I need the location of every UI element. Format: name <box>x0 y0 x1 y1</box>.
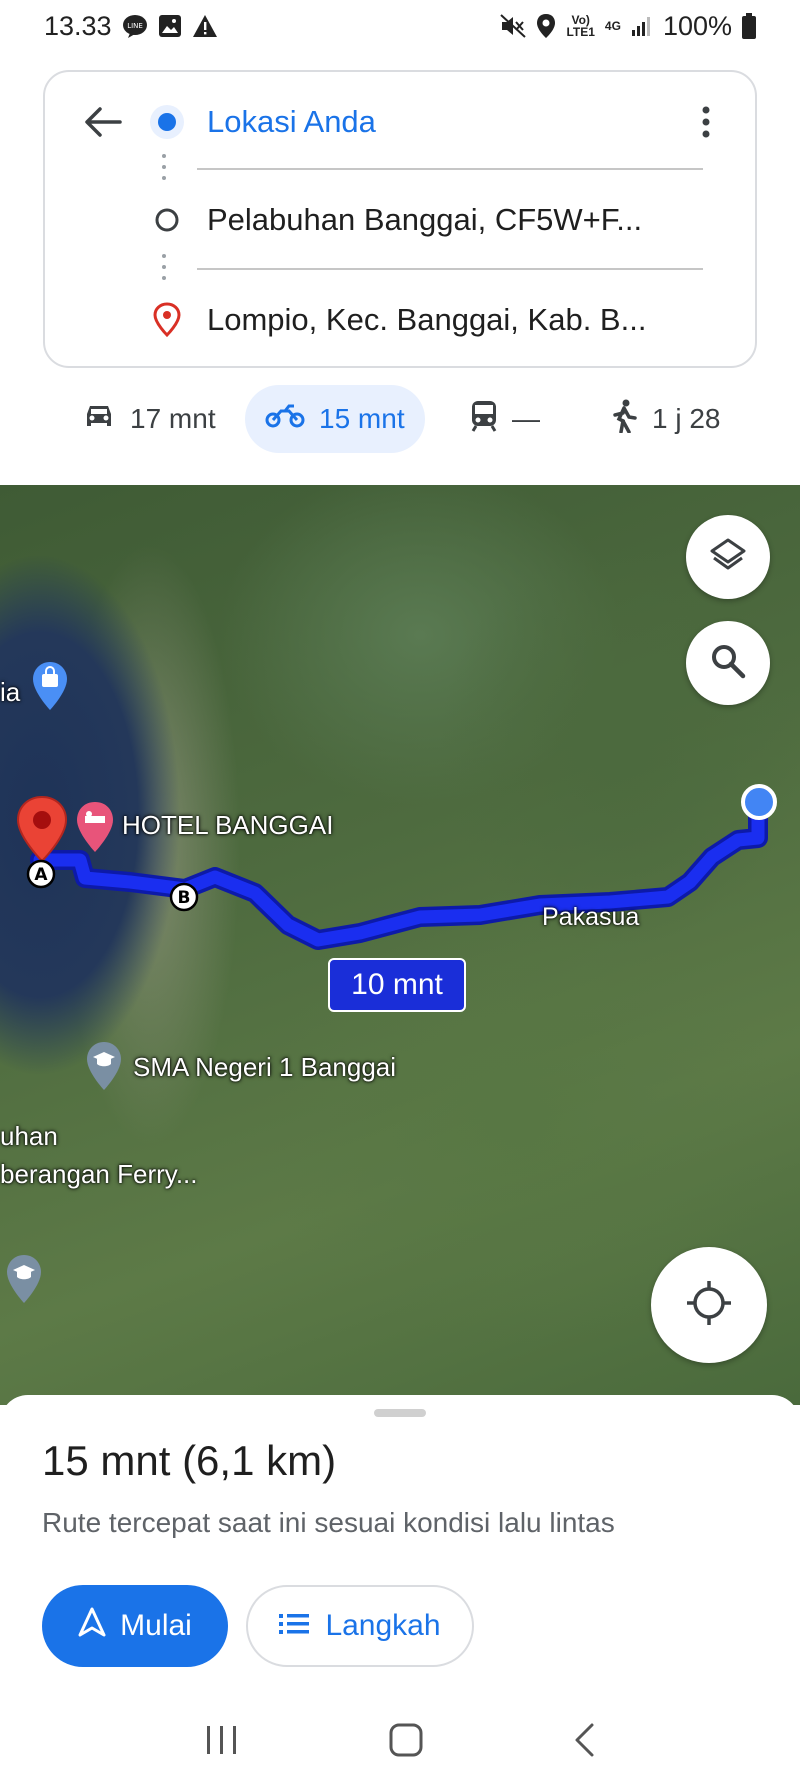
destination-field[interactable]: Lompio, Kec. Banggai, Kab. B... <box>145 290 665 350</box>
system-nav-bar <box>0 1700 800 1784</box>
map-view[interactable]: A B HOTEL BANGGAI ia Pakasua 10 mnt SMA … <box>0 485 800 1405</box>
motorcycle-time-label: 15 mnt <box>319 403 405 434</box>
current-location-dot-icon <box>740 783 778 826</box>
walk-time-label: 1 j 28 <box>652 403 721 434</box>
layers-icon <box>708 535 748 580</box>
route-connector-dots <box>161 254 167 287</box>
volte-indicator: Vo) LTE1 <box>566 14 594 38</box>
destination-pin-icon <box>145 298 189 342</box>
waypoint-a-label: A <box>34 865 48 885</box>
navigation-arrow-icon <box>78 1607 106 1645</box>
pakasua-map-label[interactable]: Pakasua <box>542 903 639 932</box>
back-button[interactable] <box>73 94 133 154</box>
line-icon: LINE <box>122 14 148 38</box>
origin-label: Lokasi Anda <box>207 104 376 139</box>
stop-field[interactable]: Pelabuhan Banggai, CF5W+F... <box>145 190 665 250</box>
car-time-label: 17 mnt <box>130 403 216 434</box>
origin-field[interactable]: Lokasi Anda <box>145 92 665 152</box>
tab-car[interactable]: 17 mnt <box>62 385 236 453</box>
waypoint-b-label: B <box>178 888 191 908</box>
steps-label: Langkah <box>325 1609 441 1642</box>
volte-bottom-label: LTE1 <box>566 25 595 39</box>
school-pin-icon[interactable] <box>84 1040 124 1099</box>
school-map-label[interactable]: SMA Negeri 1 Banggai <box>133 1052 396 1083</box>
stop-circle-icon <box>145 198 189 242</box>
tab-motorcycle[interactable]: 15 mnt <box>245 385 425 453</box>
motorcycle-icon <box>265 403 305 436</box>
sheet-drag-handle[interactable] <box>374 1409 426 1417</box>
route-summary: 15 mnt (6,1 km) <box>42 1437 337 1484</box>
origin-dot-icon <box>145 100 189 144</box>
hotel-pin-icon[interactable] <box>74 800 116 861</box>
waypoint-b-marker[interactable]: B <box>168 881 200 918</box>
tab-walk[interactable]: 1 j 28 <box>590 385 741 453</box>
home-button[interactable] <box>388 1722 424 1763</box>
warning-icon <box>192 14 218 38</box>
battery-percent: 100% <box>662 10 732 41</box>
route-eta-badge[interactable]: 10 mnt <box>328 958 466 1012</box>
waypoint-a-marker[interactable]: A <box>25 858 57 895</box>
start-label: Mulai <box>120 1609 192 1642</box>
destination-label: Lompio, Kec. Banggai, Kab. B... <box>207 302 647 337</box>
search-along-route-button[interactable] <box>686 621 770 705</box>
battery-icon <box>742 13 756 39</box>
crosshair-icon <box>684 1278 734 1333</box>
stop-label: Pelabuhan Banggai, CF5W+F... <box>207 202 643 237</box>
start-navigation-button[interactable]: Mulai <box>42 1585 228 1667</box>
recent-apps-button[interactable] <box>204 1724 240 1761</box>
signal-icon <box>631 15 653 37</box>
status-bar: 13.33 LINE Vo) LTE1 4G 100% <box>0 0 800 52</box>
back-nav-button[interactable] <box>572 1722 596 1763</box>
location-icon <box>536 13 556 39</box>
ferry-map-label-line2[interactable]: berangan Ferry... <box>0 1159 198 1190</box>
status-time: 13.33 <box>44 10 112 41</box>
gallery-icon <box>158 14 182 38</box>
travel-mode-tabs: 17 mnt 15 mnt — 1 j 28 <box>0 385 800 455</box>
car-icon <box>82 402 116 437</box>
ferry-map-label-line1[interactable]: uhan <box>0 1121 58 1152</box>
route-description: Rute tercepat saat ini sesuai kondisi la… <box>42 1507 615 1538</box>
school-pin-icon[interactable] <box>4 1253 44 1312</box>
more-options-button[interactable] <box>681 94 731 154</box>
more-vert-icon <box>701 106 711 143</box>
transit-time-label: — <box>512 403 540 434</box>
mute-icon <box>500 14 527 38</box>
train-icon <box>470 400 498 439</box>
shopping-pin-icon[interactable] <box>30 660 70 719</box>
origin-underline <box>197 168 703 170</box>
search-icon <box>709 642 747 685</box>
hotel-map-label[interactable]: HOTEL BANGGAI <box>122 810 333 841</box>
network-type: 4G <box>604 19 621 33</box>
tab-transit[interactable]: — <box>450 385 560 453</box>
list-icon <box>279 1609 310 1643</box>
my-location-button[interactable] <box>651 1247 767 1363</box>
arrow-left-icon <box>84 106 122 143</box>
place-map-label[interactable]: ia <box>0 677 20 708</box>
route-card: Lokasi Anda Pelabuhan Banggai, CF5W+F...… <box>43 70 757 368</box>
walk-icon <box>610 399 638 440</box>
steps-button[interactable]: Langkah <box>246 1585 474 1667</box>
route-connector-dots <box>161 154 167 187</box>
svg-text:LINE: LINE <box>127 22 143 30</box>
stop-underline <box>197 268 703 270</box>
layers-button[interactable] <box>686 515 770 599</box>
